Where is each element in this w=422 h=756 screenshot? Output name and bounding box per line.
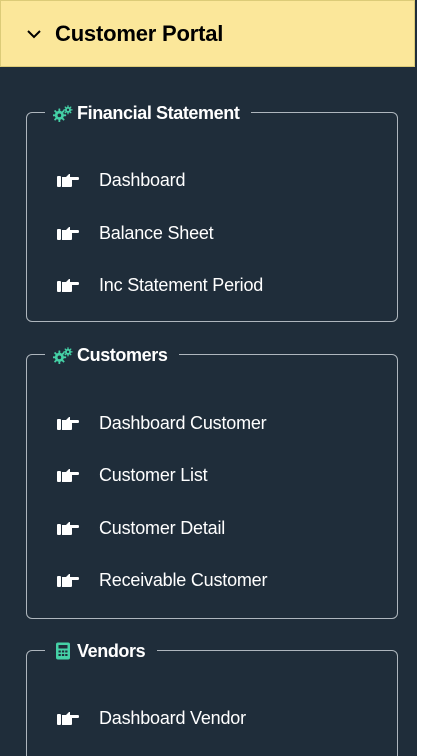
menu-item-label: Balance Sheet (99, 222, 214, 243)
group-legend: Vendors (45, 639, 158, 663)
pointing-hand-icon (57, 277, 79, 293)
pointing-hand-icon (57, 572, 79, 588)
pointing-hand-icon (57, 415, 79, 431)
group-legend: Customers (45, 343, 180, 367)
pointing-hand-icon (57, 467, 79, 483)
gears-icon (53, 104, 73, 122)
menu-item-customer-detail[interactable]: Customer Detail (57, 514, 225, 542)
calculator-icon (53, 642, 73, 660)
group-title: Customers (77, 344, 168, 365)
menu-item-dashboard[interactable]: Dashboard (57, 166, 185, 194)
pointing-hand-icon (57, 520, 79, 536)
group-financial-statement: Financial Statement Dashboard Balance Sh… (26, 101, 398, 322)
menu-item-label: Dashboard Customer (99, 412, 267, 433)
group-title: Vendors (77, 640, 146, 661)
menu-item-dashboard-vendor[interactable]: Dashboard Vendor (57, 704, 246, 732)
menu-item-label: Inc Statement Period (99, 274, 264, 295)
menu-item-balance-sheet[interactable]: Balance Sheet (57, 219, 214, 247)
pointing-hand-icon (57, 172, 79, 188)
menu-item-inc-statement-period[interactable]: Inc Statement Period (57, 271, 263, 299)
menu-item-dashboard-customer[interactable]: Dashboard Customer (57, 409, 267, 437)
chevron-down-icon[interactable] (25, 25, 43, 43)
menu-item-label: Customer Detail (99, 517, 226, 538)
menu-item-receivable-customer[interactable]: Receivable Customer (57, 566, 267, 594)
group-vendors: Vendors Dashboard Vendor (26, 639, 398, 756)
customer-portal-header[interactable]: Customer Portal (0, 0, 415, 67)
gears-icon (53, 346, 73, 364)
pointing-hand-icon (57, 225, 79, 241)
menu-item-label: Dashboard Vendor (99, 707, 246, 728)
group-customers: Customers Dashboard Customer Customer Li… (26, 343, 398, 619)
header-title: Customer Portal (55, 20, 224, 46)
menu-item-label: Customer List (99, 464, 208, 485)
group-legend: Financial Statement (45, 101, 252, 125)
sidebar-panel: Customer Portal Financial Statement Dash… (0, 0, 417, 756)
menu-item-label: Receivable Customer (99, 569, 268, 590)
menu-item-label: Dashboard (99, 169, 186, 190)
menu-item-customer-list[interactable]: Customer List (57, 461, 208, 489)
pointing-hand-icon (57, 710, 79, 726)
group-title: Financial Statement (77, 102, 240, 123)
